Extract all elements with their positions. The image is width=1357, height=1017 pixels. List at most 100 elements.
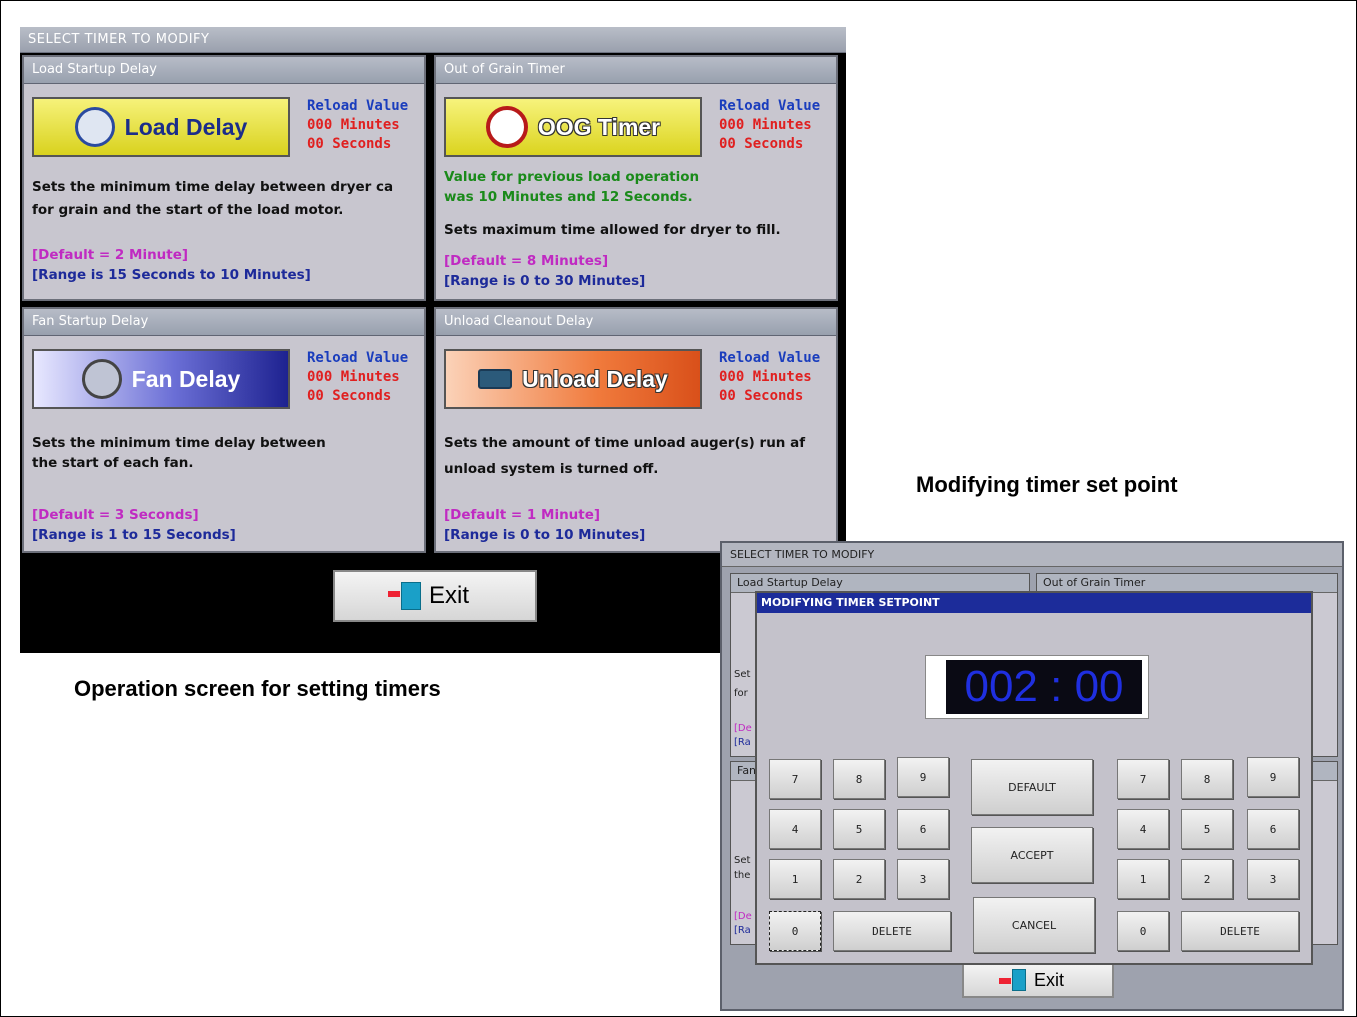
unload-delay-button[interactable]: Unload Delay — [444, 349, 702, 409]
key-1[interactable]: 1 — [1117, 859, 1169, 899]
panel-fan-startup-delay: Fan Startup Delay Fan Delay Reload Value… — [22, 307, 426, 553]
oog-timer-label: OOG Timer — [537, 113, 661, 140]
key-6[interactable]: 6 — [1247, 809, 1299, 849]
key-5[interactable]: 5 — [1181, 809, 1233, 849]
exit-label: Exit — [428, 582, 469, 609]
fragment-text: [De — [734, 911, 752, 922]
key-2[interactable]: 2 — [833, 859, 885, 899]
key-1[interactable]: 1 — [769, 859, 821, 899]
fragment-text: Set — [734, 855, 751, 866]
panel-title: Unload Cleanout Delay — [436, 309, 836, 336]
exit-door-icon — [387, 582, 421, 610]
fan-delay-label: Fan Delay — [131, 365, 241, 392]
modify-timer-screen: SELECT TIMER TO MODIFY Load Startup Dela… — [720, 541, 1344, 1011]
reload-value: Reload Value 000 Minutes 00 Seconds — [307, 97, 408, 154]
fan-icon — [81, 359, 122, 399]
fragment-text: for — [734, 688, 748, 699]
key-8[interactable]: 8 — [833, 759, 885, 799]
description-line: Sets the amount of time unload auger(s) … — [444, 435, 806, 451]
reload-label: Reload Value — [719, 98, 821, 114]
key-9[interactable]: 9 — [1247, 757, 1299, 797]
description-line: Sets the minimum time delay between — [32, 435, 326, 451]
panel-title: Fan Startup Delay — [24, 309, 424, 336]
reload-seconds: 00 Seconds — [719, 136, 804, 152]
description-line: unload system is turned off. — [444, 461, 659, 477]
previous-value-text: Value for previous load operation — [444, 169, 700, 185]
load-delay-label: Load Delay — [124, 113, 248, 140]
reload-value: Reload Value 000 Minutes 00 Seconds — [719, 349, 820, 406]
reload-label: Reload Value — [719, 350, 821, 366]
previous-value-text: was 10 Minutes and 12 Seconds. — [444, 189, 693, 205]
delete-button[interactable]: DELETE — [833, 911, 951, 951]
default-text: [Default = 8 Minutes] — [444, 253, 609, 269]
range-text: [Range is 1 to 15 Seconds] — [32, 527, 236, 543]
fragment-text: Set — [734, 669, 751, 680]
fragment-text: [Ra — [734, 737, 751, 748]
oog-timer-button[interactable]: OOG Timer — [444, 97, 702, 157]
screen-title: SELECT TIMER TO MODIFY — [722, 543, 1342, 567]
key-5[interactable]: 5 — [833, 809, 885, 849]
fan-delay-button[interactable]: Fan Delay — [32, 349, 290, 409]
cancel-button[interactable]: CANCEL — [973, 897, 1095, 953]
default-text: [Default = 1 Minute] — [444, 507, 601, 523]
key-7[interactable]: 7 — [769, 759, 821, 799]
setpoint-value: 002 : 00 — [946, 660, 1142, 714]
panel-load-startup-delay: Load Startup Delay Load Delay Reload Val… — [22, 55, 426, 301]
default-text: [Default = 3 Seconds] — [32, 507, 199, 523]
reload-seconds: 00 Seconds — [307, 388, 392, 404]
reload-value: Reload Value 000 Minutes 00 Seconds — [719, 97, 820, 154]
clock-icon — [74, 107, 115, 147]
reload-value: Reload Value 000 Minutes 00 Seconds — [307, 349, 408, 406]
modify-setpoint-dialog: MODIFYING TIMER SETPOINT 002 : 00 7 8 9 … — [755, 591, 1313, 965]
key-4[interactable]: 4 — [1117, 809, 1169, 849]
exit-door-icon — [998, 969, 1026, 991]
reload-seconds: 00 Seconds — [307, 136, 392, 152]
reload-seconds: 00 Seconds — [719, 388, 804, 404]
accept-button[interactable]: ACCEPT — [971, 827, 1093, 883]
description-line: for grain and the start of the load moto… — [32, 202, 344, 218]
reload-label: Reload Value — [307, 350, 409, 366]
key-8[interactable]: 8 — [1181, 759, 1233, 799]
panel-title: Out of Grain Timer — [436, 57, 836, 84]
exit-label: Exit — [1033, 969, 1064, 990]
default-button[interactable]: DEFAULT — [971, 759, 1093, 815]
load-delay-button[interactable]: Load Delay — [32, 97, 290, 157]
reload-minutes: 000 Minutes — [719, 117, 812, 133]
dialog-title: MODIFYING TIMER SETPOINT — [757, 593, 1311, 613]
key-0[interactable]: 0 — [1117, 911, 1169, 951]
clock-icon — [485, 106, 528, 148]
exit-button[interactable]: Exit — [333, 570, 537, 622]
panel-out-of-grain-timer: Out of Grain Timer OOG Timer Reload Valu… — [434, 55, 838, 301]
range-text: [Range is 15 Seconds to 10 Minutes] — [32, 267, 311, 283]
caption-operation-screen: Operation screen for setting timers — [74, 676, 441, 701]
delete-button[interactable]: DELETE — [1181, 911, 1299, 951]
panel-unload-cleanout-delay: Unload Cleanout Delay Unload Delay Reloa… — [434, 307, 838, 553]
panel-title: Load Startup Delay — [24, 57, 424, 84]
fragment-text: [Ra — [734, 925, 751, 936]
key-3[interactable]: 3 — [897, 859, 949, 899]
default-text: [Default = 2 Minute] — [32, 247, 189, 263]
fragment-text: [De — [734, 723, 752, 734]
setpoint-display: 002 : 00 — [925, 655, 1149, 719]
caption-modifying-screen: Modifying timer set point — [916, 472, 1178, 497]
screen-title: SELECT TIMER TO MODIFY — [20, 27, 846, 53]
reload-label: Reload Value — [307, 98, 409, 114]
key-9[interactable]: 9 — [897, 757, 949, 797]
key-3[interactable]: 3 — [1247, 859, 1299, 899]
reload-minutes: 000 Minutes — [307, 369, 400, 385]
description-line: Sets the minimum time delay between drye… — [32, 179, 394, 195]
description-line: Sets maximum time allowed for dryer to f… — [444, 222, 781, 238]
key-4[interactable]: 4 — [769, 809, 821, 849]
key-6[interactable]: 6 — [897, 809, 949, 849]
description-line: the start of each fan. — [32, 455, 194, 471]
reload-minutes: 000 Minutes — [719, 369, 812, 385]
exit-button[interactable]: Exit — [962, 962, 1114, 998]
key-7[interactable]: 7 — [1117, 759, 1169, 799]
unload-delay-label: Unload Delay — [522, 365, 668, 392]
reload-minutes: 000 Minutes — [307, 117, 400, 133]
range-text: [Range is 0 to 30 Minutes] — [444, 273, 646, 289]
key-2[interactable]: 2 — [1181, 859, 1233, 899]
fragment-text: the — [734, 870, 751, 881]
key-0[interactable]: 0 — [769, 911, 821, 951]
auger-icon — [478, 369, 513, 389]
